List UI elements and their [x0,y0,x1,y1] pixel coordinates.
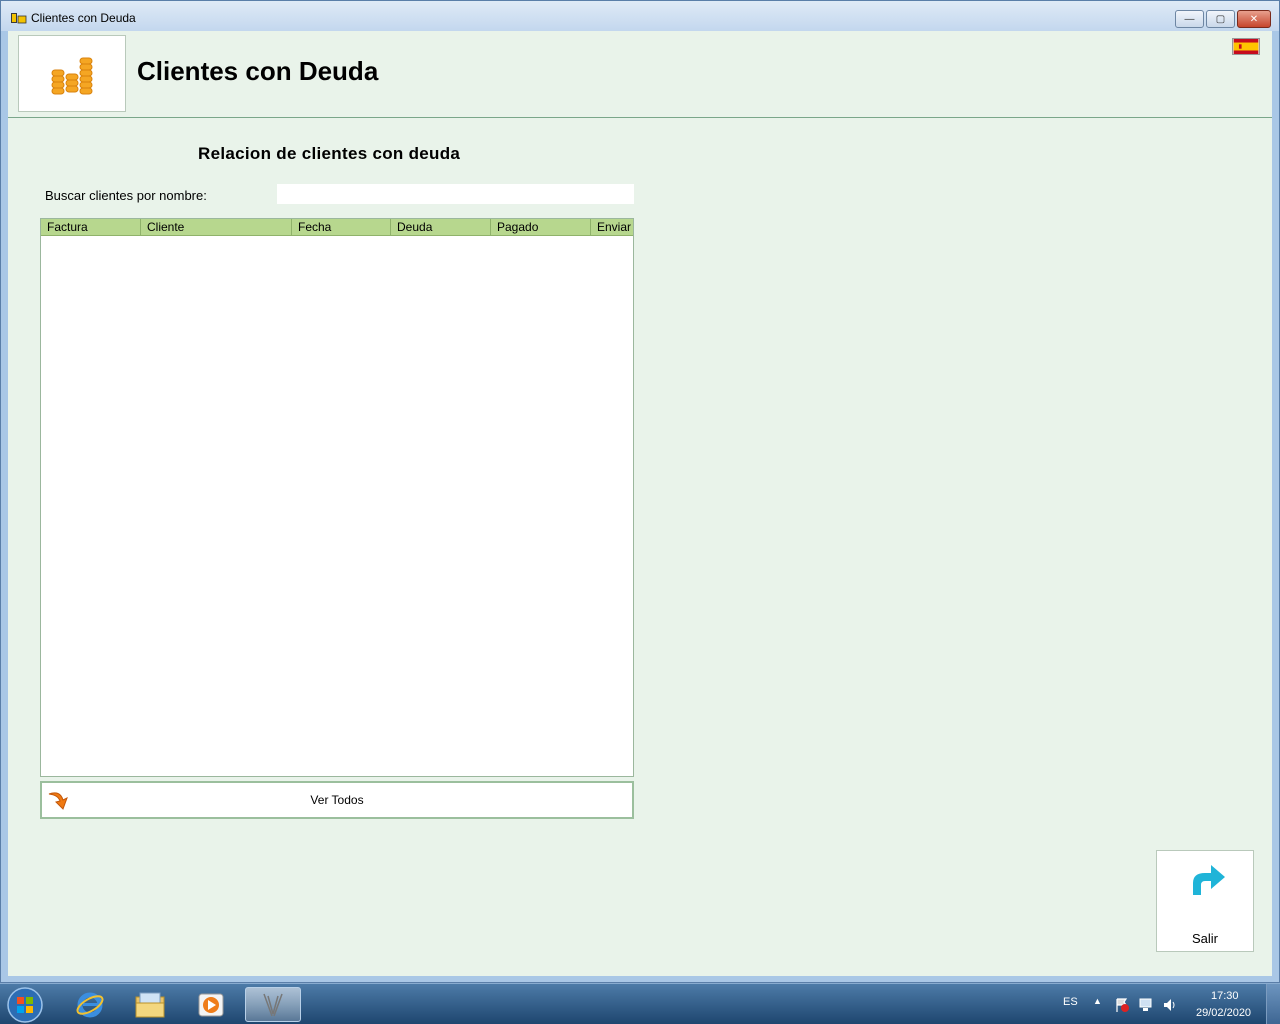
debt-table[interactable]: Factura Cliente Fecha Deuda Pagado Envia… [40,218,634,777]
language-indicator[interactable]: ES [1063,996,1078,1008]
internet-explorer-icon [76,992,104,1017]
maximize-button[interactable]: ▢ [1206,10,1235,28]
tray-expand-icon[interactable]: ▲ [1093,996,1102,1006]
search-input[interactable] [277,184,634,204]
clientes-app-taskbar-button[interactable] [245,987,301,1022]
exit-arrow-icon [1193,865,1225,895]
column-header-pagado[interactable]: Pagado [491,219,591,235]
page-title: Clientes con Deuda [137,56,379,86]
app-icon [11,13,27,24]
window-title: Clientes con Deuda [31,11,136,25]
app-taskbar-icon [263,993,283,1016]
coin-stacks-icon [51,57,93,95]
ver-todos-label: Ver Todos [310,793,364,807]
orange-arrow-down-icon [48,792,68,810]
show-desktop-button[interactable] [1266,984,1280,1024]
salir-label: Salir [1191,931,1218,946]
header-logo [18,35,126,112]
title-bar[interactable]: Clientes con Deuda — ▢ ✕ [1,1,1279,31]
clock-date[interactable]: 29/02/2020 [1196,1007,1251,1019]
file-explorer-taskbar-button[interactable] [122,987,178,1022]
taskbar: ES ▲ 17:30 29/02/2020 [0,983,1280,1024]
search-label: Buscar clientes por nombre: [45,188,207,203]
app-window: Clientes con Deuda — ▢ ✕ Clientes con De… [0,0,1280,983]
internet-explorer-taskbar-button[interactable] [62,987,118,1022]
column-header-cliente[interactable]: Cliente [141,219,292,235]
close-button[interactable]: ✕ [1237,10,1271,28]
column-header-deuda[interactable]: Deuda [391,219,491,235]
minimize-button[interactable]: — [1175,10,1204,28]
folder-icon [135,992,165,1017]
action-center-flag-icon[interactable] [1114,997,1130,1013]
column-header-factura[interactable]: Factura [41,219,141,235]
network-icon[interactable] [1138,997,1154,1013]
media-player-taskbar-button[interactable] [183,987,239,1022]
column-header-fecha[interactable]: Fecha [292,219,391,235]
table-header: Factura Cliente Fecha Deuda Pagado Envia… [41,219,633,236]
section-subtitle: Relacion de clientes con deuda [198,144,461,163]
salir-button[interactable]: Salir [1156,850,1254,952]
ver-todos-button[interactable]: Ver Todos [40,781,634,819]
start-button-icon[interactable] [4,985,46,1024]
volume-icon[interactable] [1162,997,1178,1013]
clock-time[interactable]: 17:30 [1211,990,1239,1002]
column-header-enviar[interactable]: Enviar [591,219,633,235]
form-content: Clientes con Deuda Relacion de clientes … [8,31,1272,976]
media-player-icon [198,993,224,1016]
spain-flag-icon[interactable] [1232,38,1260,55]
header-divider [8,117,1272,118]
